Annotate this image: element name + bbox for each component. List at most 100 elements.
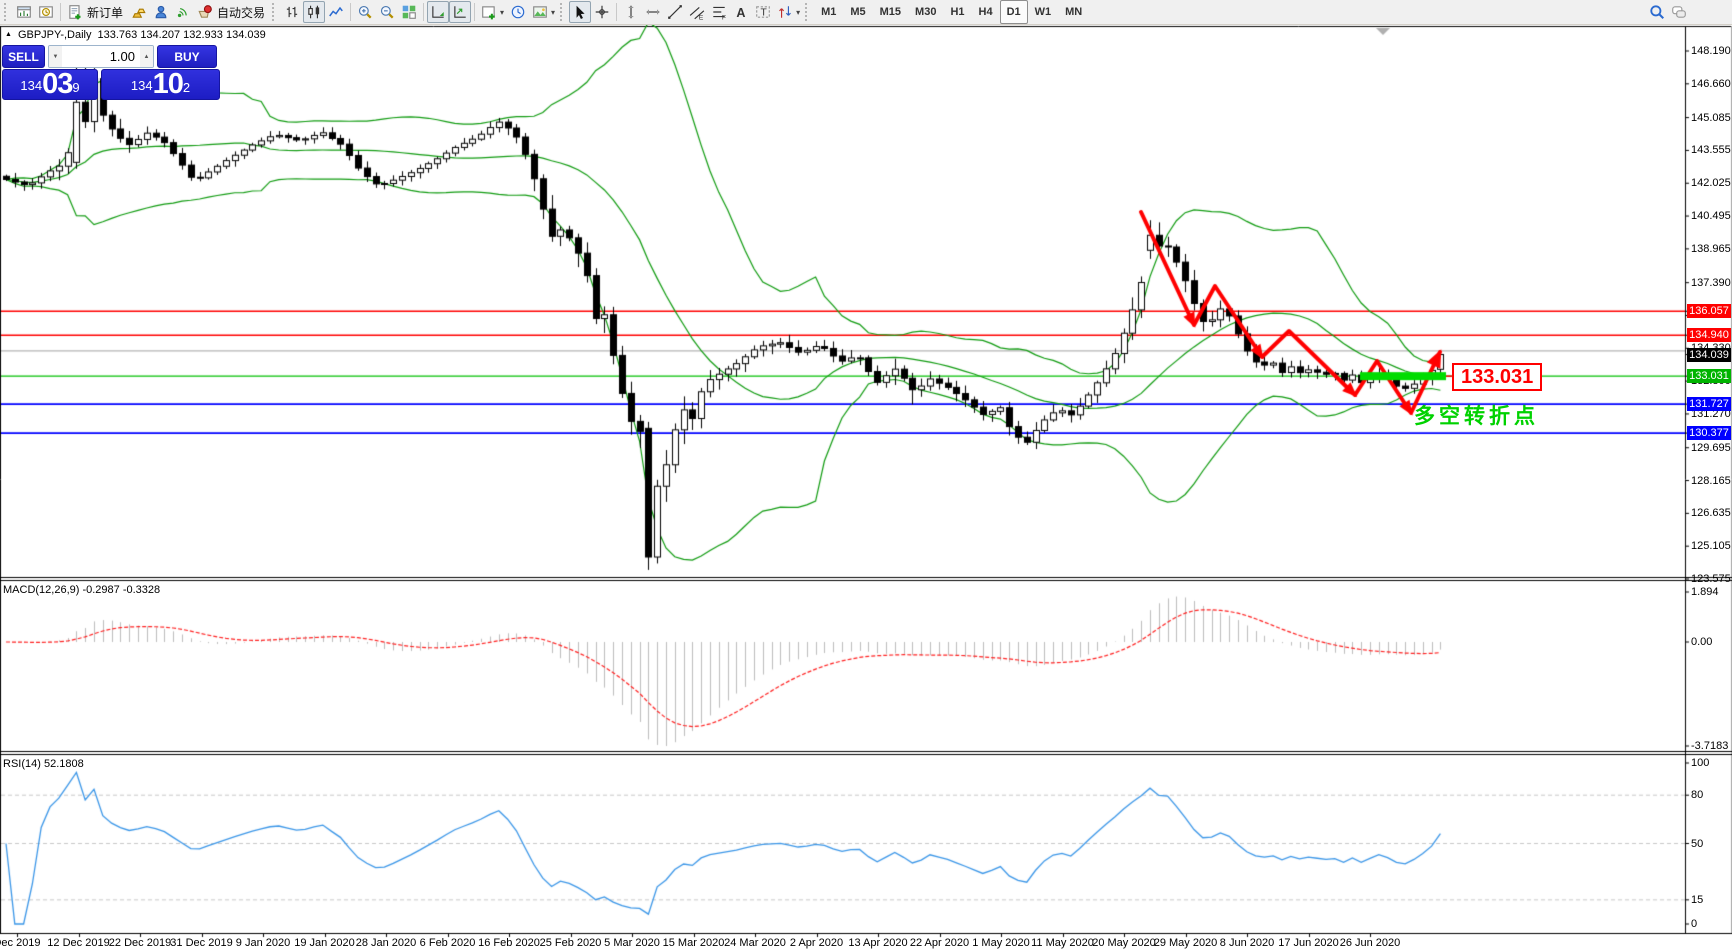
- date-label: 25 Feb 2020: [539, 937, 602, 949]
- search-icon[interactable]: [1646, 1, 1668, 23]
- arrows-icon[interactable]: ▾: [774, 1, 803, 23]
- date-label: Dec 2019: [0, 937, 41, 949]
- price-tag-annotation[interactable]: 133.031: [1452, 363, 1543, 391]
- new-order-button-label: 新订单: [87, 5, 124, 20]
- price-tick-label: 140.495: [1691, 210, 1731, 223]
- candlestick-chart-icon: [308, 5, 320, 19]
- gold-chart-icon[interactable]: [128, 1, 150, 23]
- price-level-badge: 134.940: [1687, 328, 1731, 343]
- date-label: 24 Mar 2020: [724, 937, 786, 949]
- ohlc-values: 133.763 134.207 132.933 134.039: [97, 29, 266, 41]
- dropdown-arrow-icon[interactable]: ▾: [551, 8, 555, 17]
- chart-canvas[interactable]: [0, 25, 1732, 949]
- auto-trading-icon: [198, 5, 212, 18]
- date-label: 13 Apr 2020: [848, 937, 908, 949]
- auto-trading-button[interactable]: 自动交易: [194, 1, 270, 23]
- svg-text:F: F: [722, 14, 726, 20]
- zoom-in-icon: [358, 5, 372, 19]
- date-label: 2 Apr 2020: [789, 937, 844, 949]
- candlestick-chart-icon[interactable]: [303, 1, 326, 23]
- volume-input[interactable]: [62, 46, 140, 67]
- price-tick-label: 126.635: [1691, 507, 1731, 520]
- new-order-button[interactable]: 新订单: [64, 1, 128, 23]
- new-chart-icon[interactable]: ▾: [478, 1, 507, 23]
- templates-icon[interactable]: ▾: [529, 1, 558, 23]
- date-label: 15 Mar 2020: [662, 937, 725, 949]
- buy-button[interactable]: BUY: [157, 45, 217, 68]
- auto-scroll-icon[interactable]: [449, 1, 472, 23]
- vertical-line-icon: [628, 5, 634, 19]
- vertical-line-icon[interactable]: [620, 1, 642, 23]
- sell-button[interactable]: SELL: [2, 45, 45, 68]
- timeframe-h1-button[interactable]: H1: [943, 0, 971, 24]
- svg-text:A: A: [736, 6, 745, 20]
- volume-increase-button[interactable]: ▲: [140, 46, 153, 67]
- symbol-header: ▲ GBPJPY-,Daily 133.763 134.207 132.933 …: [5, 29, 266, 41]
- dropdown-arrow-icon[interactable]: ▾: [796, 8, 800, 17]
- trendline-icon[interactable]: [664, 1, 686, 23]
- horizontal-line-icon[interactable]: [642, 1, 664, 23]
- horizontal-line-icon: [646, 9, 660, 15]
- auto-scroll-icon: [454, 6, 466, 18]
- volume-decrease-button[interactable]: ▼: [49, 46, 62, 67]
- clock-icon: [511, 5, 525, 19]
- rsi-scale-label: 50: [1691, 837, 1704, 850]
- tile-windows-icon[interactable]: [398, 1, 420, 23]
- chart-shift-icon: [432, 6, 444, 18]
- timeframe-mn-button[interactable]: MN: [1058, 0, 1089, 24]
- fibonacci-icon: F: [713, 6, 726, 20]
- trendline-icon: [668, 5, 682, 19]
- timeframe-m30-button[interactable]: M30: [908, 0, 943, 24]
- text-label-icon: T: [756, 6, 770, 19]
- auto-trading-button-label: 自动交易: [217, 5, 266, 20]
- bar-chart-icon[interactable]: [281, 1, 303, 23]
- rsi-scale-label: 15: [1691, 893, 1704, 906]
- equidistant-channel-icon[interactable]: E: [686, 1, 708, 23]
- sell-price-display[interactable]: 134 03 9: [2, 69, 98, 100]
- price-tick-label: 146.660: [1691, 77, 1731, 90]
- cursor-icon[interactable]: [569, 1, 592, 23]
- date-label: 29 May 2020: [1153, 937, 1218, 949]
- equidistant-channel-icon: E: [689, 6, 705, 20]
- signals-icon[interactable]: [172, 1, 194, 23]
- chart-shift-icon[interactable]: [427, 1, 450, 23]
- buy-price-display[interactable]: 134 10 2: [101, 69, 220, 100]
- sell-price-big: 03: [42, 68, 73, 100]
- zoom-out-icon[interactable]: [376, 1, 398, 23]
- cursor-icon: [576, 5, 585, 19]
- timeframe-h4-button[interactable]: H4: [972, 0, 1000, 24]
- dropdown-arrow-icon[interactable]: ▾: [500, 8, 504, 17]
- mql5-community-icon[interactable]: [150, 1, 172, 23]
- line-chart-icon[interactable]: [325, 1, 347, 23]
- strategy-tester-icon[interactable]: [35, 1, 57, 23]
- symbol-marker-icon: ▲: [5, 31, 12, 38]
- date-label: 6 Feb 2020: [419, 937, 476, 949]
- price-tick-label: 123.575: [1691, 573, 1731, 585]
- timeframe-m1-button[interactable]: M1: [814, 0, 843, 24]
- macd-indicator-label: MACD(12,26,9) -0.2987 -0.3328: [3, 584, 161, 596]
- clock-icon[interactable]: [507, 1, 529, 23]
- symbol-period-label: GBPJPY-,Daily: [17, 29, 92, 41]
- price-level-badge: 131.727: [1687, 397, 1731, 412]
- text-icon: A: [736, 6, 745, 20]
- text-icon[interactable]: A: [730, 1, 752, 23]
- rsi-scale-label: 100: [1691, 757, 1710, 769]
- turning-point-annotation[interactable]: 多空转折点: [1414, 400, 1539, 430]
- zoom-in-icon[interactable]: [354, 1, 376, 23]
- date-label: 9 Jan 2020: [235, 937, 291, 949]
- fibonacci-icon[interactable]: F: [708, 1, 730, 23]
- timeframe-d1-button[interactable]: D1: [999, 0, 1028, 24]
- timeframe-m5-button[interactable]: M5: [843, 0, 872, 24]
- timeframe-w1-button[interactable]: W1: [1028, 0, 1059, 24]
- date-label: 5 Mar 2020: [604, 937, 660, 949]
- crosshair-icon: [595, 5, 609, 19]
- price-tick-label: 137.390: [1691, 276, 1731, 289]
- crosshair-icon[interactable]: [591, 1, 613, 23]
- arrows-icon: [779, 6, 791, 18]
- charts-window-icon[interactable]: [13, 1, 35, 23]
- chat-icon[interactable]: [1668, 1, 1690, 23]
- price-tick-label: 128.165: [1691, 474, 1731, 487]
- text-label-icon[interactable]: T: [752, 1, 774, 23]
- price-tick-label: 138.965: [1691, 242, 1731, 255]
- timeframe-m15-button[interactable]: M15: [873, 0, 908, 24]
